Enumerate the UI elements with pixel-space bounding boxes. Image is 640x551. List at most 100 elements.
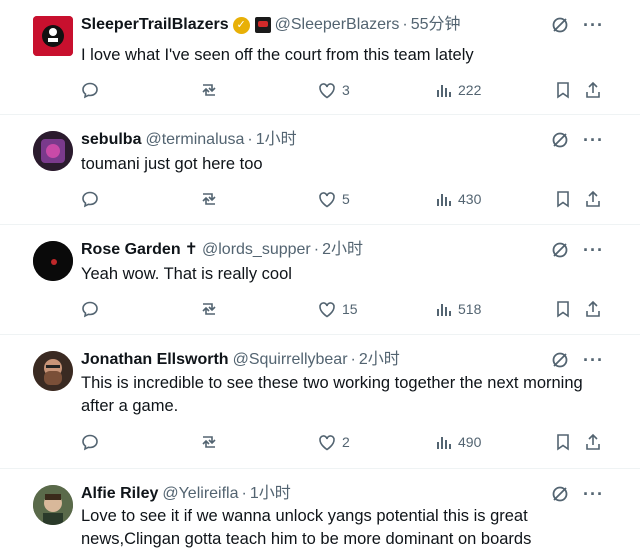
reply-button[interactable] [81, 190, 99, 208]
cross-icon: ✝ [184, 241, 198, 258]
share-button[interactable] [584, 300, 602, 318]
tweet[interactable]: Rose Garden ✝ @lords_supper · 2小时 ··· Ye… [0, 225, 640, 335]
top-actions: ··· [551, 351, 604, 369]
like-button[interactable]: 5 [318, 191, 350, 208]
grok-icon[interactable] [551, 131, 569, 149]
bookmark-button[interactable] [555, 433, 571, 451]
bookmark-icon [557, 82, 569, 99]
timestamp[interactable]: 55分钟 [411, 15, 461, 35]
handle[interactable]: @Yelireifla [162, 484, 238, 504]
bookmark-button[interactable] [555, 81, 571, 99]
timestamp[interactable]: 2小时 [322, 240, 363, 260]
share-icon [586, 190, 600, 207]
more-options-icon[interactable]: ··· [583, 485, 604, 503]
avatar[interactable] [33, 351, 73, 391]
tweet[interactable]: SleeperTrailBlazers ✓ @SleeperBlazers · … [0, 0, 640, 115]
verified-badge-icon: ✓ [232, 16, 250, 34]
repost-icon [202, 436, 216, 448]
like-button[interactable]: 3 [318, 82, 350, 99]
reply-icon [82, 191, 98, 208]
repost-button[interactable] [199, 300, 219, 318]
action-bar: 5 430 [81, 188, 604, 210]
analytics-icon [437, 304, 451, 316]
bookmark-icon [557, 301, 569, 318]
reply-button[interactable] [81, 433, 99, 451]
timestamp[interactable]: 2小时 [359, 350, 400, 370]
separator-dot: · [402, 16, 408, 33]
grok-icon[interactable] [551, 241, 569, 259]
action-bar: 2 490 [81, 431, 604, 453]
tweet[interactable]: Alfie Riley @Yelireifla · 1小时 ··· Love t… [0, 469, 640, 548]
avatar[interactable] [33, 131, 73, 171]
reply-icon [82, 82, 98, 99]
grok-icon[interactable] [551, 351, 569, 369]
handle[interactable]: @terminalusa [145, 130, 244, 150]
reply-button[interactable] [81, 300, 99, 318]
bookmark-icon [557, 434, 569, 451]
analytics-icon [437, 194, 451, 206]
views-button[interactable]: 222 [436, 82, 481, 98]
bookmark-button[interactable] [555, 190, 571, 208]
avatar[interactable] [33, 485, 73, 525]
repost-icon [202, 303, 216, 315]
display-name[interactable]: sebulba [81, 130, 141, 150]
timestamp[interactable]: 1小时 [256, 130, 297, 150]
avatar[interactable] [33, 16, 73, 56]
tweet-text: toumani just got here too [81, 155, 263, 173]
tweet[interactable]: sebulba @terminalusa · 1小时 ··· toumani j… [0, 115, 640, 225]
like-count: 3 [342, 82, 350, 98]
tweet-header: Alfie Riley @Yelireifla · 1小时 [81, 484, 580, 504]
more-options-icon[interactable]: ··· [583, 351, 604, 369]
tweet-feed: SleeperTrailBlazers ✓ @SleeperBlazers · … [0, 0, 640, 548]
display-name[interactable]: Jonathan Ellsworth [81, 350, 229, 370]
share-button[interactable] [584, 433, 602, 451]
grok-icon[interactable] [551, 16, 569, 34]
tweet-text: This is incredible to see these two work… [81, 374, 583, 415]
pinwheel-logo-icon [33, 16, 73, 56]
avatar[interactable] [33, 241, 73, 281]
tweet[interactable]: Jonathan Ellsworth @Squirrellybear · 2小时… [0, 335, 640, 469]
share-icon [586, 300, 600, 317]
like-button[interactable]: 2 [318, 434, 350, 451]
views-button[interactable]: 490 [436, 434, 481, 450]
tweet-header: sebulba @terminalusa · 1小时 [81, 130, 580, 150]
view-count: 430 [458, 191, 482, 207]
views-button[interactable]: 430 [436, 191, 481, 207]
share-icon [586, 81, 600, 98]
repost-button[interactable] [199, 81, 219, 99]
display-name[interactable]: Alfie Riley [81, 484, 158, 504]
bookmark-button[interactable] [555, 300, 571, 318]
separator-dot: · [350, 351, 356, 368]
handle[interactable]: @lords_supper [202, 240, 311, 260]
repost-button[interactable] [199, 190, 219, 208]
tweet-header: Jonathan Ellsworth @Squirrellybear · 2小时 [81, 350, 580, 370]
share-button[interactable] [584, 190, 602, 208]
avatar-image [33, 485, 73, 525]
reply-icon [82, 434, 98, 451]
avatar-image [33, 241, 73, 281]
view-count: 518 [458, 301, 482, 317]
avatar-image [33, 351, 73, 391]
heart-icon [319, 82, 335, 98]
like-count: 2 [342, 434, 350, 450]
more-options-icon[interactable]: ··· [583, 16, 604, 34]
views-button[interactable]: 518 [436, 301, 481, 317]
more-options-icon[interactable]: ··· [583, 241, 604, 259]
display-name[interactable]: Rose Garden [81, 240, 181, 260]
analytics-icon [437, 437, 451, 449]
like-button[interactable]: 15 [318, 301, 358, 318]
share-button[interactable] [584, 81, 602, 99]
bookmark-icon [557, 191, 569, 208]
handle[interactable]: @Squirrellybear [233, 350, 348, 370]
handle[interactable]: @SleeperBlazers [275, 15, 400, 35]
more-options-icon[interactable]: ··· [583, 131, 604, 149]
share-icon [586, 433, 600, 450]
reply-button[interactable] [81, 81, 99, 99]
action-bar: 3 222 [81, 79, 604, 101]
separator-dot: · [241, 485, 247, 502]
grok-icon[interactable] [551, 485, 569, 503]
timestamp[interactable]: 1小时 [250, 484, 291, 504]
repost-button[interactable] [199, 433, 219, 451]
analytics-icon [437, 85, 451, 97]
display-name[interactable]: SleeperTrailBlazers [81, 15, 229, 35]
